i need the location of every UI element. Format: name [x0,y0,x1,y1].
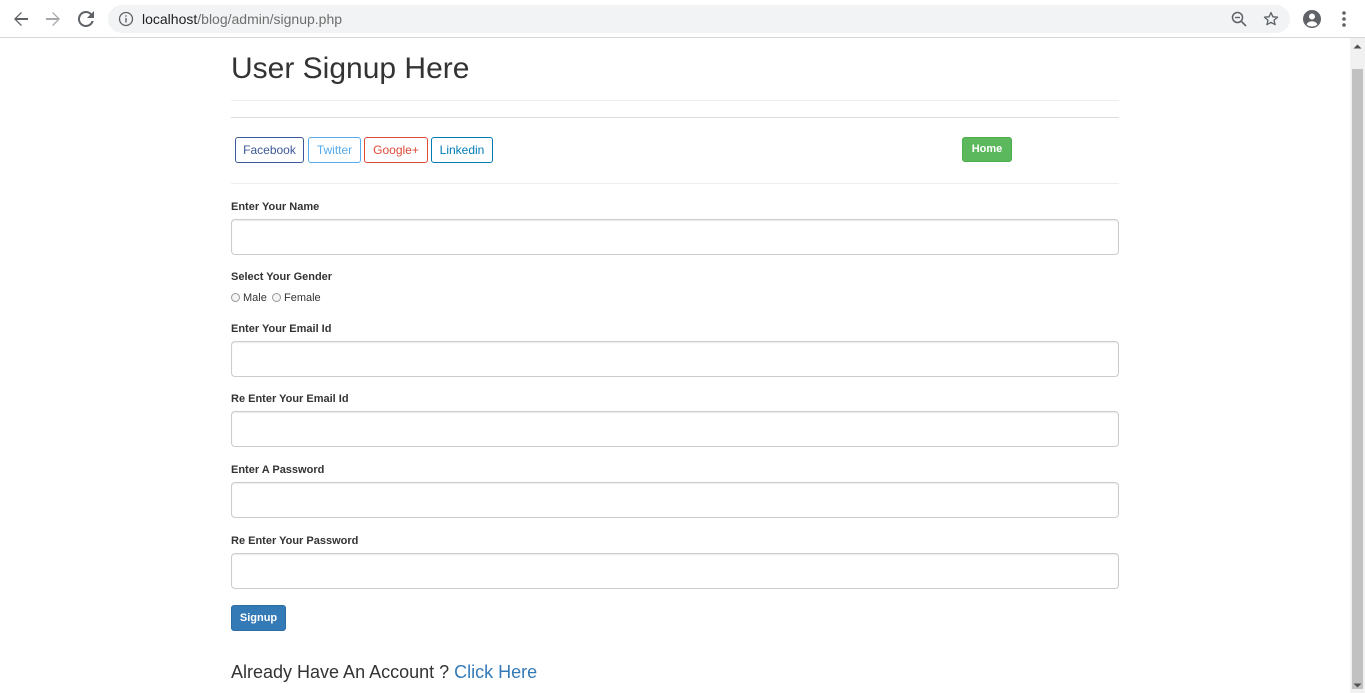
scroll-thumb[interactable] [1352,69,1363,689]
page-title: User Signup Here [231,52,470,85]
male-radio[interactable] [231,293,240,302]
reenter-password-label: Re Enter Your Password [231,535,359,547]
female-radio-label[interactable]: Female [284,292,321,304]
star-icon[interactable] [1263,11,1279,27]
gender-label: Select Your Gender [231,271,333,283]
male-radio-label[interactable]: Male [243,292,267,304]
female-radio[interactable] [272,293,281,302]
home-button[interactable]: Home [962,137,1012,162]
url-path: /blog/admin/signup.php [197,11,343,27]
twitter-button[interactable]: Twitter [308,137,361,163]
page-scrollbar[interactable] [1350,38,1365,693]
forward-arrow-icon[interactable] [41,7,65,31]
divider [231,100,1119,101]
name-input[interactable] [231,219,1119,255]
scroll-down-icon[interactable] [1350,678,1365,693]
info-icon[interactable] [118,11,134,27]
account-icon[interactable] [1302,9,1322,29]
reenter-email-input[interactable] [231,411,1119,447]
url-host: localhost [142,11,198,27]
login-prompt: Already Have An Account ? Click Here [231,661,537,683]
reenter-email-label: Re Enter Your Email Id [231,393,349,405]
google-plus-button[interactable]: Google+ [364,137,428,163]
divider [231,117,1119,118]
password-input[interactable] [231,482,1119,518]
email-input[interactable] [231,341,1119,377]
back-arrow-icon[interactable] [9,7,33,31]
reload-icon[interactable] [74,7,98,31]
divider [231,183,1119,184]
email-label: Enter Your Email Id [231,323,332,335]
url-text: localhost/blog/admin/signup.php [142,11,342,27]
scroll-up-icon[interactable] [1350,38,1365,55]
login-prompt-text: Already Have An Account ? [231,662,455,682]
facebook-button[interactable]: Facebook [235,137,304,163]
zoom-icon[interactable] [1231,11,1247,27]
browser-toolbar: localhost/blog/admin/signup.php [0,0,1365,38]
address-bar[interactable]: localhost/blog/admin/signup.php [108,5,1290,33]
linkedin-button[interactable]: Linkedin [431,137,493,163]
password-label: Enter A Password [231,464,325,476]
name-label: Enter Your Name [231,201,320,213]
reenter-password-input[interactable] [231,553,1119,589]
signup-button[interactable]: Signup [231,605,286,631]
menu-icon[interactable] [1334,9,1354,29]
login-link[interactable]: Click Here [454,662,537,682]
